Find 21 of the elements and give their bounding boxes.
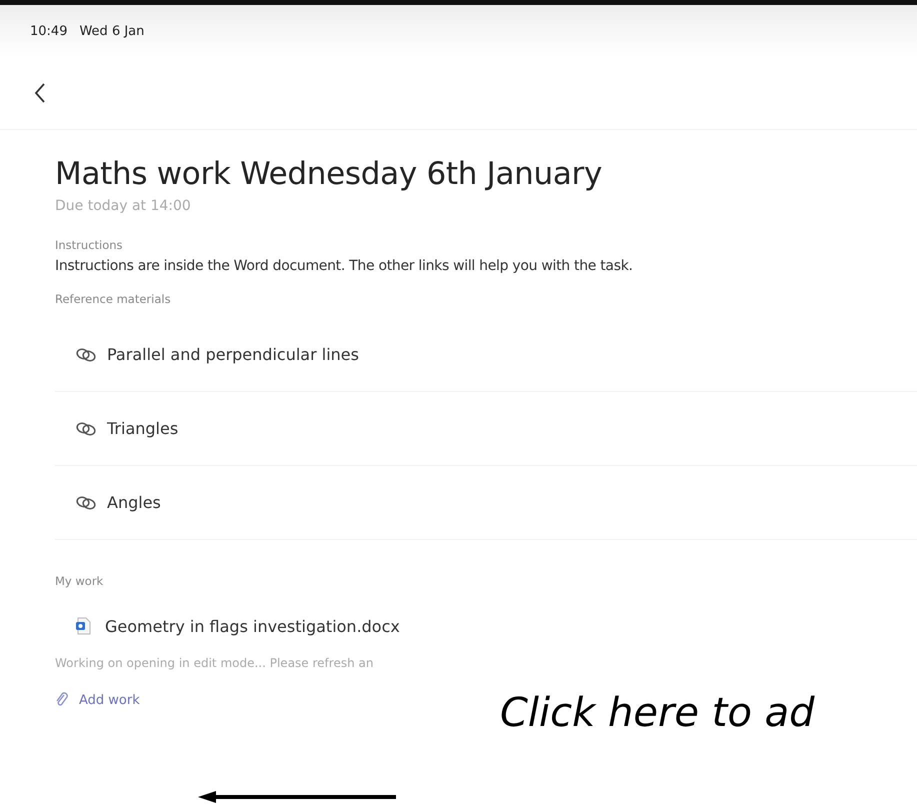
status-time: 10:49	[30, 24, 68, 38]
document-icon	[75, 617, 91, 635]
add-work-button[interactable]: Add work	[55, 692, 140, 708]
link-icon	[75, 348, 97, 362]
file-item[interactable]: Geometry in flags investigation.docx	[55, 596, 475, 656]
reference-link[interactable]: Angles	[55, 466, 917, 540]
back-icon[interactable]	[34, 82, 46, 104]
instructions-text: Instructions are inside the Word document. The other links will help you with the task.	[55, 258, 634, 274]
link-icon	[75, 496, 97, 510]
reference-link[interactable]: Parallel and perpendicular lines	[55, 318, 917, 392]
reference-link[interactable]: Triangles	[55, 392, 917, 466]
callout-text: Click here to ad	[500, 690, 815, 736]
due-date: Due today at 14:00	[55, 198, 192, 214]
paperclip-icon	[55, 692, 69, 708]
section-label: My work	[55, 574, 104, 588]
status-date: Wed 6 Jan	[79, 24, 144, 38]
status-note: Working on opening in edit mode... Please refresh an	[55, 656, 374, 670]
assignment-title: Maths work Wednesday 6th January	[55, 156, 604, 192]
section-label: Reference materials	[55, 292, 172, 306]
link-icon	[75, 422, 97, 436]
section-label: Instructions	[55, 238, 124, 252]
